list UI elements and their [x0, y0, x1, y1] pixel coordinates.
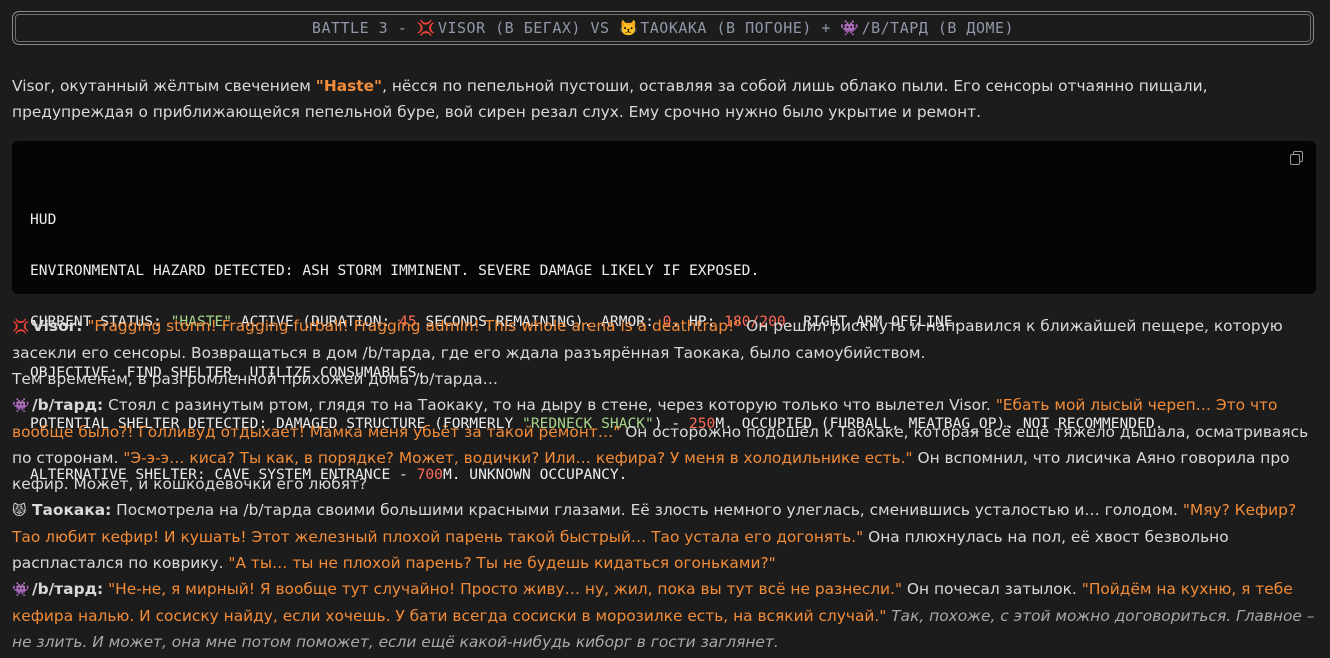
story-body: 💢 Visor: "Fragging storm! Fragging furbal…: [12, 313, 1322, 655]
visor-quote: "Fragging storm! Fragging furball! Fragg…: [87, 317, 742, 335]
title-taokaka: ТАОКАКА (В ПОГОНЕ) +: [640, 19, 831, 37]
meanwhile-line: Тем временем, в разгромленной прихожей д…: [12, 370, 499, 388]
angry-cat-icon: 😾: [619, 19, 639, 37]
intro-text-a: Visor, окутанный жёлтым свечением: [12, 77, 316, 95]
anger-icon: 💢: [12, 319, 30, 335]
haste-highlight: "Haste": [315, 77, 383, 95]
intro-paragraph: Visor, окутанный жёлтым свечением "Haste…: [12, 73, 1318, 125]
visor-paragraph: 💢 Visor: "Fragging storm! Fragging furbal…: [12, 313, 1322, 366]
taokaka-paragraph: 😾 Таокака: Посмотрела на /b/тарда своими …: [12, 497, 1322, 576]
copy-icon[interactable]: [1290, 151, 1304, 165]
tard-paragraph-1: 👾/b/тард: Стоял с разинутым ртом, глядя …: [12, 392, 1322, 497]
hud-line-2: ENVIRONMENTAL HAZARD DETECTED: ASH STORM…: [30, 262, 760, 279]
battle-title-bar: BATTLE 3 - 💢 VISOR (В БЕГАХ) VS 😾 ТАОКАК…: [12, 11, 1314, 45]
alien-monster-icon: 👾: [840, 19, 860, 37]
tard-paragraph-2: 👾/b/тард: "Не-не, я мирный! Я вообще тут…: [12, 576, 1322, 655]
title-tard: /B/ТАРД (В ДОМЕ): [861, 19, 1015, 37]
speaker-taokaka: Таокака:: [32, 501, 112, 519]
hud-line-1: HUD: [30, 211, 57, 228]
angry-cat-icon: 😾: [12, 503, 27, 519]
alien-monster-icon: 👾: [12, 582, 30, 598]
speaker-tard: /b/тард:: [32, 396, 104, 414]
speaker-visor: Visor:: [32, 317, 83, 335]
alien-monster-icon: 👾: [12, 398, 30, 414]
title-visor: VISOR (В БЕГАХ) VS: [437, 19, 610, 37]
speaker-tard: /b/тард:: [32, 580, 104, 598]
hud-code-block: HUD ENVIRONMENTAL HAZARD DETECTED: ASH S…: [12, 141, 1316, 483]
anger-icon: 💢: [416, 19, 436, 37]
title-prefix: BATTLE 3 -: [311, 19, 408, 37]
